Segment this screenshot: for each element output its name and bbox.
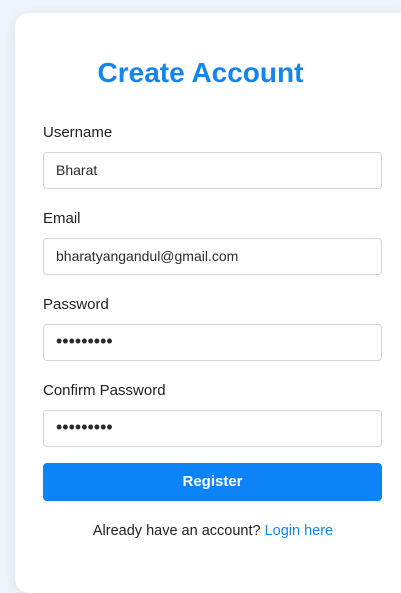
confirm-password-field[interactable]: ••••••••• [43,410,382,447]
email-field[interactable]: bharatyangandul@gmail.com [43,238,382,275]
page-title: Create Account [97,57,304,88]
confirm-password-label: Confirm Password [43,382,166,399]
email-label: Email [43,210,81,227]
login-link[interactable]: Login here [265,523,334,539]
username-field[interactable]: Bharat [43,152,382,189]
login-prompt: Already have an account? Login here [0,521,401,541]
password-field[interactable]: ••••••••• [43,324,382,361]
login-prompt-text: Already have an account? [92,523,261,539]
username-label: Username [43,124,113,141]
password-label: Password [43,296,109,313]
register-button[interactable]: Register [43,463,382,501]
